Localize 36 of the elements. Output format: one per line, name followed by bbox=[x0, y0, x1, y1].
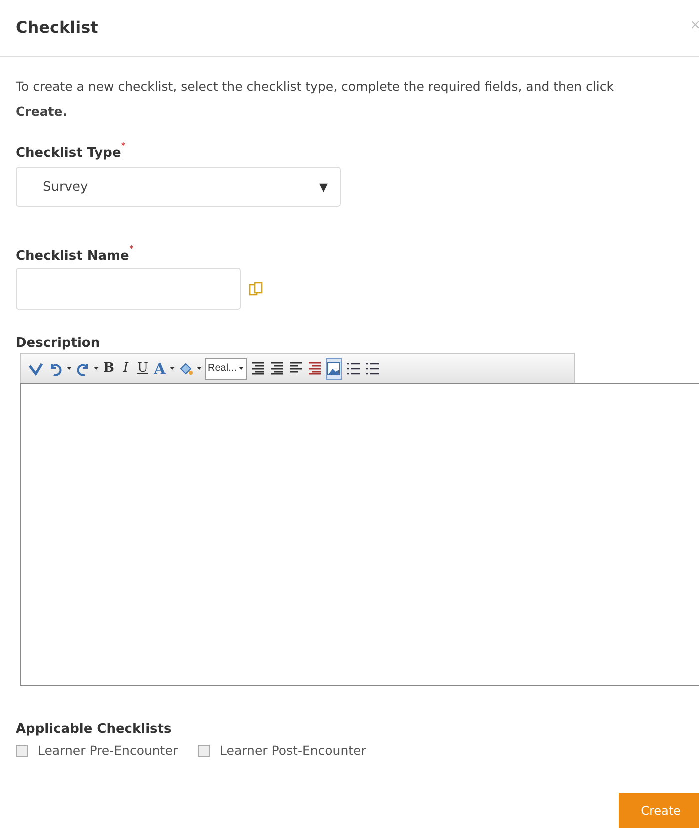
underline-button[interactable]: U bbox=[136, 358, 150, 380]
checkbox-label: Learner Pre-Encounter bbox=[38, 743, 178, 758]
checkbox-label: Learner Post-Encounter bbox=[220, 743, 366, 758]
dialog-title: Checklist bbox=[16, 18, 98, 39]
caret-icon bbox=[170, 367, 175, 370]
caret-icon bbox=[238, 367, 244, 370]
checkbox[interactable] bbox=[16, 744, 28, 756]
instructions-text: To create a new checklist, select the checklist type, complete the required fields, and then click Create. bbox=[16, 78, 615, 121]
caret-icon bbox=[197, 367, 202, 370]
indent-icon bbox=[250, 362, 265, 375]
required-mark: * bbox=[129, 245, 134, 255]
caret-icon bbox=[67, 367, 72, 370]
field-label: Description bbox=[16, 336, 100, 351]
bulleted-list-icon bbox=[364, 362, 379, 376]
caret-icon bbox=[94, 367, 99, 370]
justify-icon bbox=[308, 362, 322, 375]
bold-button[interactable]: B bbox=[102, 358, 116, 380]
field-label: Checklist Name bbox=[16, 249, 130, 264]
required-mark: * bbox=[121, 142, 126, 152]
font-select[interactable]: Real... bbox=[205, 358, 247, 380]
spellcheck-icon bbox=[28, 362, 44, 376]
font-color-button[interactable]: A bbox=[153, 358, 167, 380]
section-label: Applicable Checklists bbox=[16, 722, 172, 737]
outdent-icon bbox=[270, 362, 284, 375]
name-input[interactable] bbox=[16, 268, 241, 310]
paint-bucket-icon bbox=[179, 362, 193, 376]
type-select[interactable]: Survey ▼ bbox=[16, 167, 341, 207]
numbered-list-icon bbox=[346, 362, 360, 376]
redo-icon bbox=[76, 362, 90, 376]
checkbox[interactable] bbox=[198, 744, 210, 756]
toolbar-button[interactable] bbox=[326, 358, 342, 380]
field-label: Checklist Type bbox=[16, 146, 122, 161]
undo-icon bbox=[49, 362, 63, 376]
align-left-icon bbox=[288, 362, 303, 375]
image-icon bbox=[326, 362, 341, 376]
italic-button[interactable]: I bbox=[119, 358, 133, 380]
